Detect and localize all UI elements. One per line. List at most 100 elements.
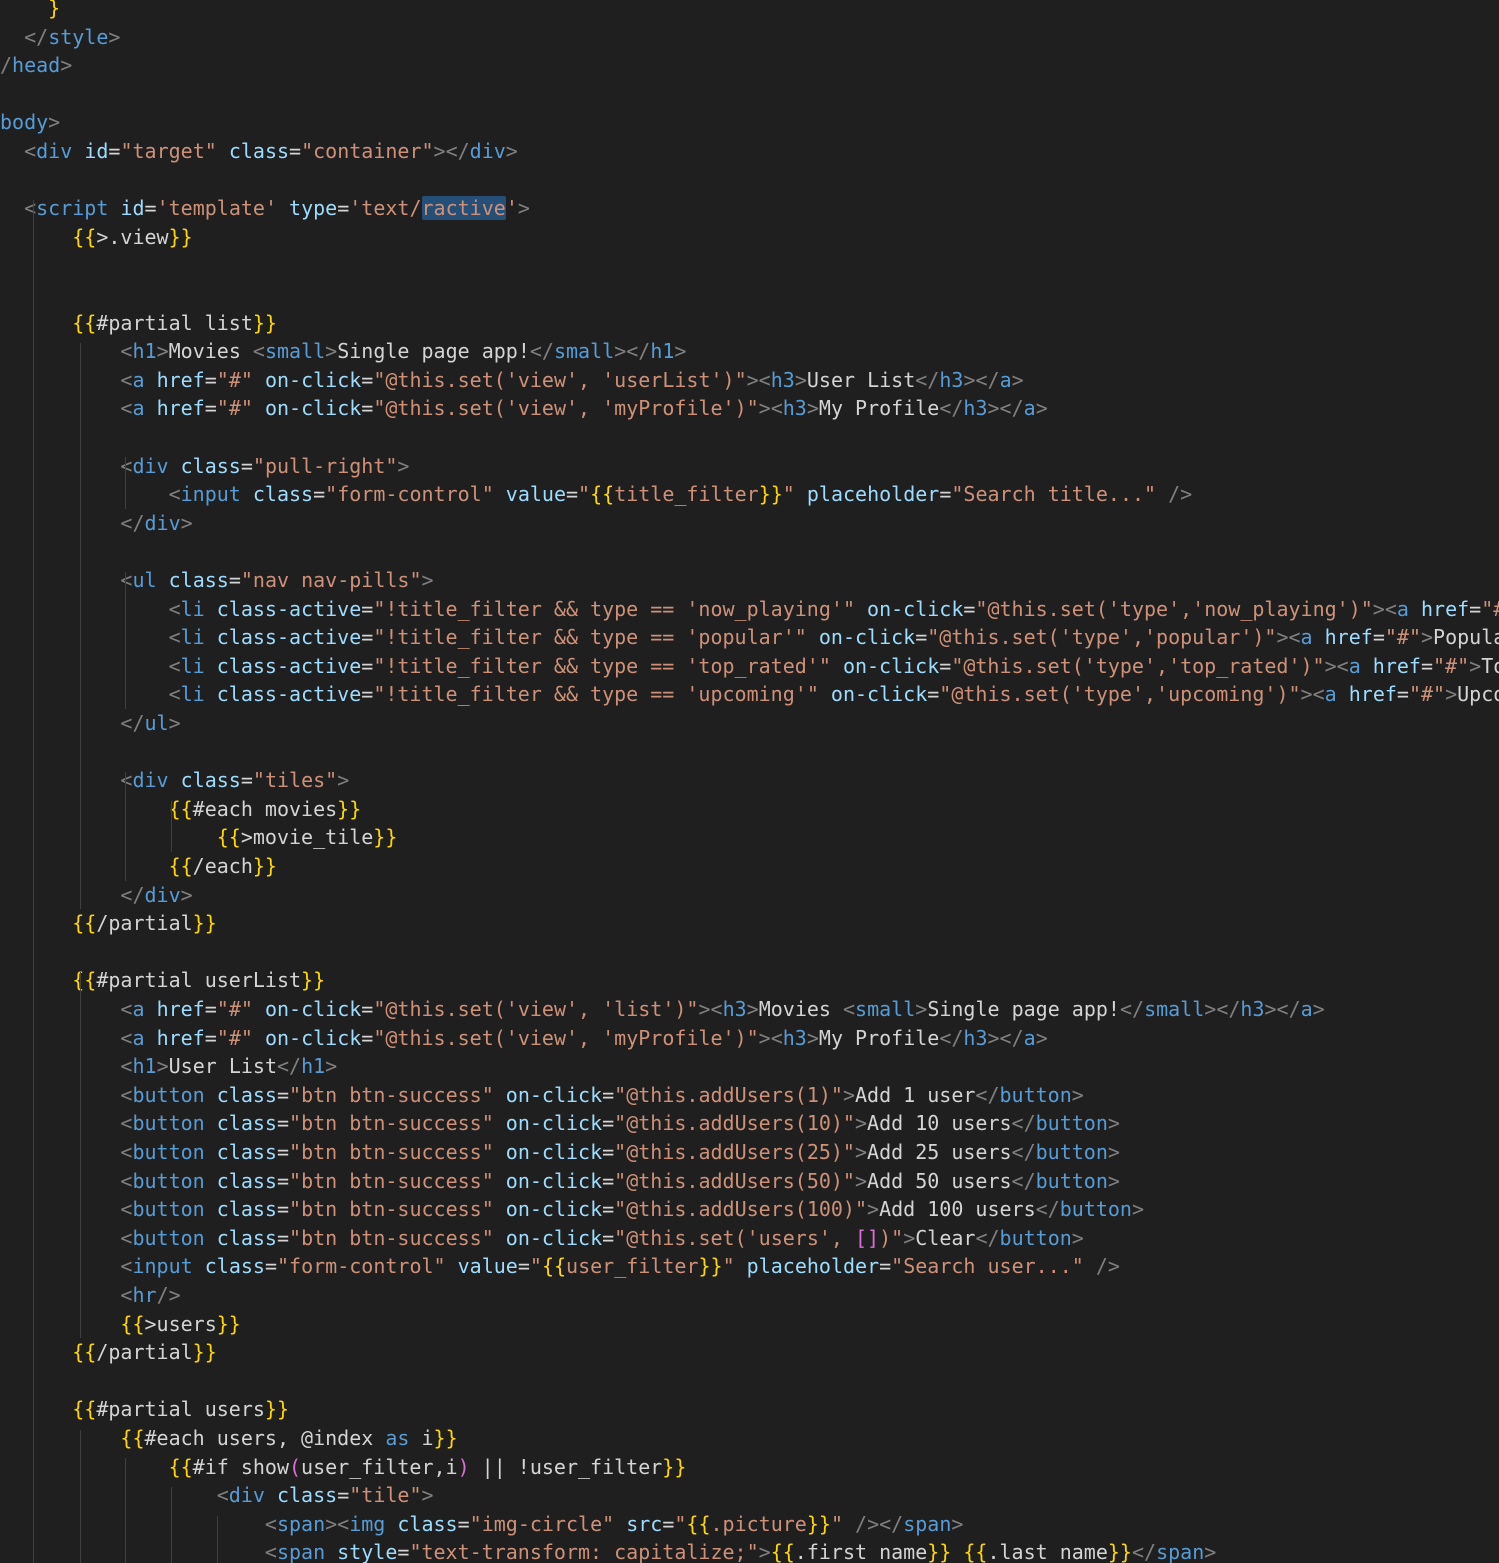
- code-line[interactable]: </style>: [0, 23, 120, 52]
- code-line[interactable]: <a href="#" on-click="@this.set('view', …: [0, 995, 1324, 1024]
- code-line[interactable]: {{#partial list}}: [0, 309, 277, 338]
- code-token: h3: [722, 997, 747, 1021]
- code-line[interactable]: <button class="btn btn-success" on-click…: [0, 1109, 1120, 1138]
- code-token: ></: [1204, 997, 1241, 1021]
- code-token: }}: [758, 482, 783, 507]
- code-token: <: [168, 653, 181, 678]
- code-line[interactable]: {{#partial userList}}: [0, 966, 325, 995]
- code-token: "btn btn-success": [289, 1111, 494, 1136]
- code-token: ></: [614, 339, 651, 364]
- code-line[interactable]: {{#each movies}}: [0, 795, 362, 824]
- code-token: 'text/: [349, 196, 422, 221]
- code-token: body: [0, 110, 49, 135]
- code-line[interactable]: {{>.view}}: [0, 223, 192, 252]
- code-line[interactable]: <button class="btn btn-success" on-click…: [0, 1167, 1120, 1196]
- code-token: on-click: [505, 1140, 603, 1164]
- code-token: }}: [698, 1254, 723, 1279]
- code-token: "target": [120, 139, 217, 163]
- code-token: ,: [1143, 682, 1157, 707]
- code-line[interactable]: {{#if show(user_filter,i) || !user_filte…: [0, 1453, 687, 1482]
- code-token: style: [337, 1540, 398, 1563]
- code-line[interactable]: <ul class="nav nav-pills">: [0, 566, 433, 595]
- code-line[interactable]: <script id='template' type='text/ractive…: [0, 194, 530, 223]
- code-token: <: [216, 1483, 229, 1508]
- code-line[interactable]: </div>: [0, 881, 192, 910]
- code-line[interactable]: <span style="text-transform: capitalize;…: [0, 1538, 1216, 1563]
- code-token: =: [1372, 625, 1385, 650]
- code-line[interactable]: <a href="#" on-click="@this.set('view', …: [0, 366, 1023, 395]
- code-line[interactable]: <input class="form-control" value="{{tit…: [0, 480, 1193, 509]
- code-line[interactable]: <div class="tile">: [0, 1481, 434, 1510]
- code-token: =: [276, 1111, 290, 1136]
- code-token: class: [204, 1254, 265, 1279]
- code-token: "nav nav-pills": [240, 568, 422, 592]
- code-line[interactable]: <li class-active="!title_filter && type …: [0, 595, 1499, 624]
- code-line[interactable]: <li class-active="!title_filter && type …: [0, 652, 1499, 681]
- code-line[interactable]: {{>users}}: [0, 1310, 241, 1339]
- code-line[interactable]: <a href="#" on-click="@this.set('view', …: [0, 394, 1048, 423]
- code-line[interactable]: <div class="tiles">: [0, 766, 349, 795]
- code-token: on-click: [505, 1111, 603, 1136]
- code-token: =: [927, 682, 940, 707]
- code-line[interactable]: <hr/>: [0, 1281, 180, 1310]
- code-token: class: [252, 482, 314, 507]
- code-token: {{: [168, 854, 193, 878]
- code-token: ><: [1372, 596, 1397, 621]
- code-token: class-active: [216, 625, 362, 650]
- code-line[interactable]: <button class="btn btn-success" on-click…: [0, 1195, 1144, 1224]
- code-token: "@this.set(: [951, 653, 1084, 678]
- code-token: 'type': [1107, 596, 1181, 621]
- code-token: =: [1469, 596, 1482, 621]
- code-line[interactable]: <div id="target" class="container"></div…: [0, 137, 518, 166]
- code-token: />: [1168, 482, 1193, 507]
- code-token: =: [313, 482, 326, 507]
- code-token: ": [529, 1254, 542, 1279]
- code-token: }}: [216, 1311, 241, 1336]
- code-token: href: [156, 997, 205, 1021]
- code-line[interactable]: {{/each}}: [0, 852, 277, 881]
- code-token: class: [180, 453, 241, 478]
- code-line[interactable]: /head>: [0, 51, 72, 80]
- code-line[interactable]: <button class="btn btn-success" on-click…: [0, 1081, 1083, 1110]
- code-token: ></: [1264, 997, 1301, 1021]
- code-line[interactable]: body>: [0, 108, 60, 137]
- code-line[interactable]: <h1>User List</h1>: [0, 1052, 337, 1081]
- code-line[interactable]: <li class-active="!title_filter && type …: [0, 680, 1499, 709]
- code-token: {{: [72, 911, 97, 936]
- code-token: "!title_filter && type ==: [373, 653, 687, 678]
- code-line[interactable]: <span><img class="img-circle" src="{{.pi…: [0, 1510, 964, 1539]
- code-line[interactable]: <div class="pull-right">: [0, 452, 409, 481]
- code-line[interactable]: <h1>Movies <small>Single page app!</smal…: [0, 337, 686, 366]
- code-line[interactable]: <button class="btn btn-success" on-click…: [0, 1224, 1083, 1253]
- code-token: >: [48, 110, 61, 135]
- code-line[interactable]: <button class="btn btn-success" on-click…: [0, 1138, 1120, 1167]
- code-line[interactable]: {{>movie_tile}}: [0, 823, 398, 852]
- code-token: =: [879, 1254, 892, 1279]
- code-token: ": [842, 596, 855, 621]
- code-token: 'top_rated': [1168, 653, 1301, 678]
- code-token: {{: [72, 310, 97, 335]
- code-line[interactable]: <li class-active="!title_filter && type …: [0, 623, 1499, 652]
- code-line[interactable]: {{#partial users}}: [0, 1395, 289, 1424]
- code-token: <: [120, 1111, 133, 1136]
- code-token: >: [1035, 396, 1048, 421]
- code-line[interactable]: <input class="form-control" value="{{use…: [0, 1252, 1120, 1281]
- code-token: ></: [987, 396, 1024, 421]
- code-token: h1: [132, 339, 157, 364]
- code-token: on-click: [505, 1168, 603, 1193]
- code-line[interactable]: }: [0, 0, 60, 23]
- code-line[interactable]: {{#each users, @index as i}}: [0, 1424, 457, 1453]
- code-token: ></: [433, 139, 470, 163]
- code-line[interactable]: <a href="#" on-click="@this.set('view', …: [0, 1024, 1047, 1053]
- code-token: {{: [72, 224, 97, 249]
- code-token: (: [289, 1454, 302, 1479]
- code-line[interactable]: </ul>: [0, 709, 180, 738]
- code-token: >: [325, 339, 338, 364]
- code-editor[interactable]: } </style>/head> body> <div id="target" c…: [0, 0, 1499, 1563]
- code-token: User List: [806, 367, 916, 392]
- code-line[interactable]: </div>: [0, 509, 192, 538]
